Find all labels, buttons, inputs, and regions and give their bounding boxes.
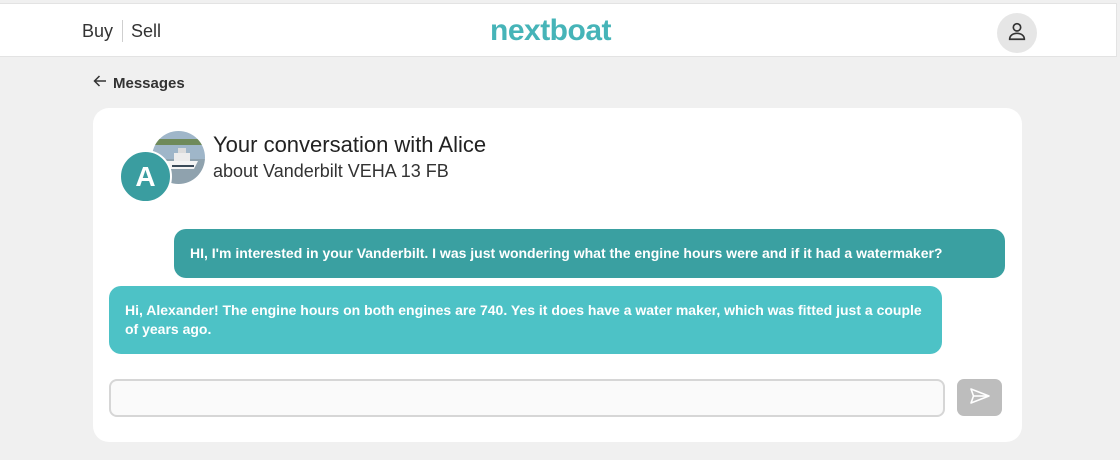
nextboat-logo[interactable]: nextboat: [490, 14, 612, 48]
back-link-label: Messages: [113, 74, 185, 92]
avatar: A: [119, 150, 172, 203]
message-received: Hi, Alexander! The engine hours on both …: [109, 286, 942, 354]
message-input[interactable]: [109, 379, 945, 417]
nav-sell-link[interactable]: Sell: [123, 21, 161, 42]
back-to-messages-link[interactable]: Messages: [93, 74, 185, 92]
account-button[interactable]: [997, 13, 1037, 53]
send-icon: [969, 387, 991, 408]
top-navigation-bar: Buy Sell nextboat: [0, 3, 1117, 57]
conversation-card: A Your conversation with Alice about Van…: [93, 108, 1022, 442]
nav-buy-link[interactable]: Buy: [82, 21, 122, 42]
user-icon: [1006, 20, 1028, 47]
conversation-subtitle: about Vanderbilt VEHA 13 FB: [213, 161, 449, 181]
main-nav: Buy Sell: [82, 20, 161, 42]
message-sent: HI, I'm interested in your Vanderbilt. I…: [174, 229, 1005, 278]
arrow-left-icon: [93, 74, 113, 92]
conversation-title: Your conversation with Alice: [213, 132, 487, 157]
send-button[interactable]: [957, 379, 1002, 416]
